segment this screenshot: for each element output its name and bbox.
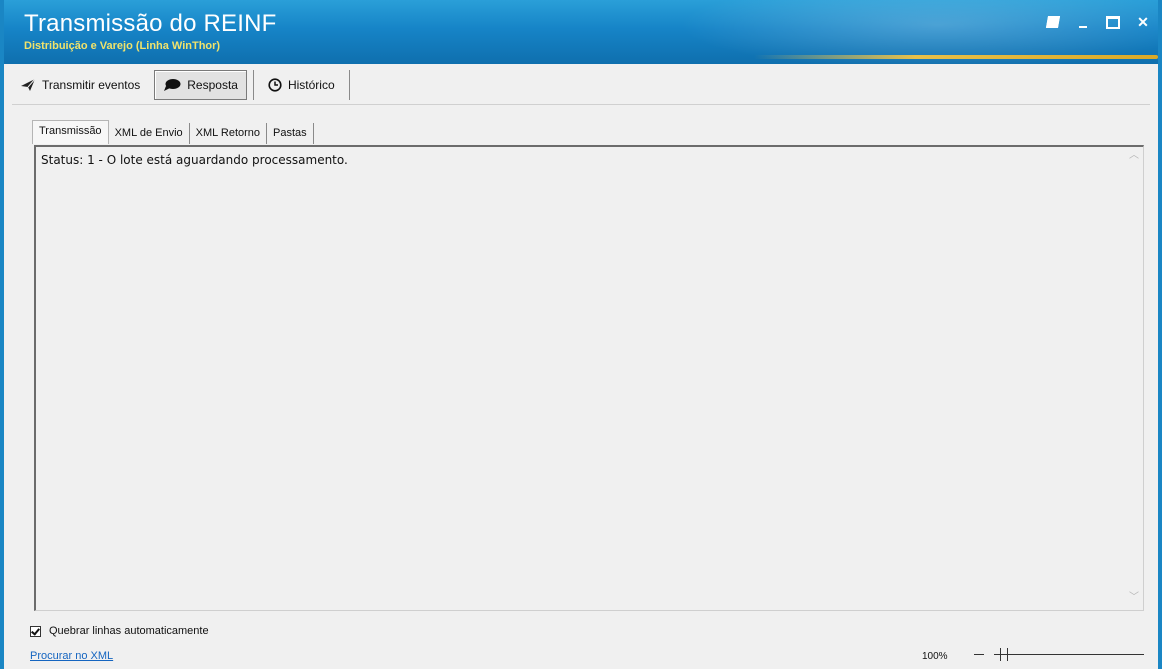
restore-button[interactable] — [1044, 13, 1062, 31]
toolbar-separator — [252, 70, 254, 100]
minimize-icon — [1079, 26, 1087, 28]
maximize-icon — [1106, 15, 1120, 29]
word-wrap-option[interactable]: Quebrar linhas automaticamente — [30, 625, 209, 637]
toolbar-divider — [12, 104, 1150, 105]
search-xml-link[interactable]: Procurar no XML — [30, 650, 113, 662]
tab-transmissao[interactable]: Transmissão — [32, 120, 109, 144]
tab-xml-retorno[interactable]: XML Retorno — [190, 123, 268, 144]
tab-pastas[interactable]: Pastas — [267, 123, 314, 144]
zoom-thumb[interactable] — [1000, 648, 1008, 661]
response-label: Resposta — [187, 78, 238, 92]
app-window: Transmissão do REINF Distribuição e Vare… — [0, 0, 1162, 669]
title-bar-accent-line — [754, 55, 1158, 59]
window-subtitle: Distribuição e Varejo (Linha WinThor) — [24, 40, 221, 52]
response-button[interactable]: Resposta — [154, 70, 247, 100]
tab-strip: Transmissão XML de Envio XML Retorno Pas… — [32, 118, 314, 144]
status-text: Status: 1 - O lote está aguardando proce… — [41, 153, 348, 167]
zoom-slider[interactable] — [974, 648, 1144, 662]
close-button[interactable]: ✕ — [1134, 13, 1152, 31]
history-label: Histórico — [287, 78, 335, 92]
history-button[interactable]: Histórico — [260, 70, 343, 100]
word-wrap-label: Quebrar linhas automaticamente — [49, 625, 209, 637]
toolbar: Transmitir eventos Resposta Histórico — [12, 68, 1150, 102]
clock-icon — [268, 78, 282, 92]
scroll-down-icon[interactable]: ﹀ — [1128, 592, 1140, 604]
title-bar[interactable]: Transmissão do REINF Distribuição e Vare… — [4, 0, 1158, 64]
send-icon — [21, 78, 36, 91]
maximize-button[interactable] — [1104, 13, 1122, 31]
close-icon: ✕ — [1137, 13, 1149, 30]
zoom-track[interactable] — [994, 654, 1144, 655]
speech-bubble-icon — [164, 79, 181, 91]
window-controls: ✕ — [1044, 12, 1152, 32]
window-title: Transmissão do REINF — [24, 10, 277, 37]
word-wrap-checkbox[interactable] — [30, 625, 41, 637]
transmit-events-button[interactable]: Transmitir eventos — [12, 70, 148, 100]
zoom-out-icon[interactable] — [974, 654, 984, 655]
response-text-area[interactable]: Status: 1 - O lote está aguardando proce… — [34, 145, 1144, 611]
transmit-events-label: Transmitir eventos — [42, 78, 141, 92]
zoom-level: 100% — [922, 651, 948, 662]
restore-icon — [1045, 16, 1061, 28]
tab-xml-envio[interactable]: XML de Envio — [109, 123, 190, 144]
minimize-button[interactable] — [1074, 13, 1092, 31]
vertical-scrollbar[interactable]: ︿ ﹀ — [1125, 147, 1143, 610]
scroll-up-icon[interactable]: ︿ — [1128, 150, 1140, 162]
toolbar-separator — [348, 70, 350, 100]
